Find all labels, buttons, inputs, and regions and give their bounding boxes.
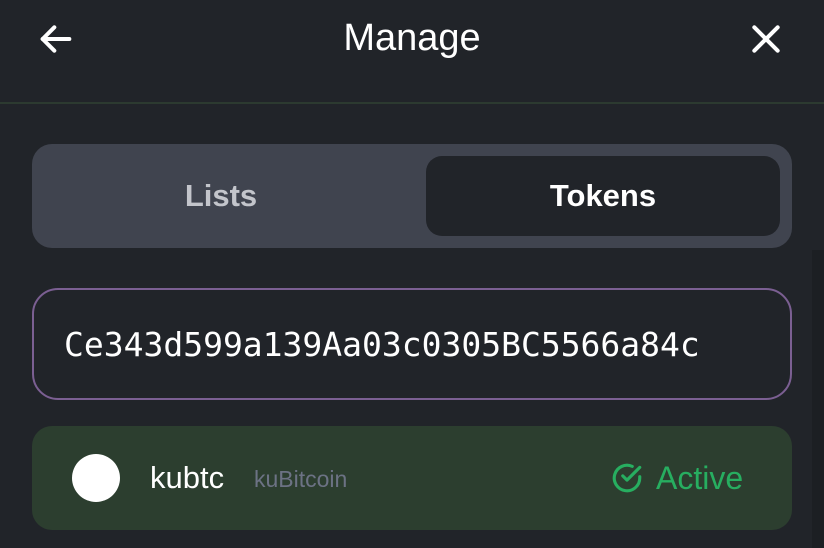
status-label: Active: [656, 459, 744, 496]
close-icon: [752, 25, 780, 53]
check-circle-icon: [610, 461, 644, 495]
page-title: Manage: [343, 17, 481, 59]
tab-tokens[interactable]: Tokens: [426, 156, 780, 236]
token-search-field: [32, 288, 792, 400]
token-name: kuBitcoin: [254, 466, 348, 492]
status-badge: Active: [610, 456, 743, 500]
tab-switcher: Lists Tokens: [32, 144, 792, 248]
tab-lists[interactable]: Lists: [44, 156, 398, 236]
token-address-input[interactable]: [64, 290, 754, 398]
token-list-item[interactable]: kubtc kuBitcoin Active: [32, 426, 792, 530]
token-symbol: kubtc: [150, 460, 225, 495]
scrollbar-track[interactable]: [812, 250, 824, 548]
modal-header: Manage: [0, 0, 824, 104]
manage-modal: Manage Lists Tokens kubtc kuBitcoin Acti…: [0, 0, 824, 548]
token-logo: [72, 454, 120, 502]
close-button[interactable]: [742, 15, 790, 63]
